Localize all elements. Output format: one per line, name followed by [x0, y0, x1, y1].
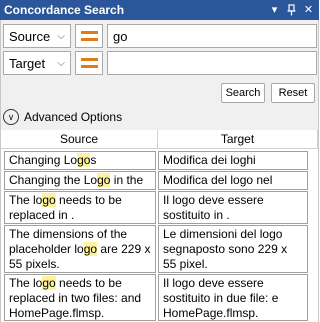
title-bar: Concordance Search ▾ ✕ — [0, 0, 319, 20]
chevron-down-icon: ⌵ — [57, 57, 65, 69]
column-header-target[interactable]: Target — [158, 130, 318, 149]
target-cell[interactable]: Il logo deve essere sostituito in . — [158, 191, 308, 224]
chevron-down-icon: ⌵ — [57, 30, 65, 42]
lines-icon — [80, 31, 98, 34]
search-row-source: Source ⌵ go — [3, 23, 317, 49]
dropdown-icon[interactable]: ▾ — [268, 3, 281, 17]
expand-chevron-icon: ∨ — [3, 109, 19, 125]
search-row-target: Target ⌵ — [3, 50, 317, 76]
advanced-options-label: Advanced Options — [24, 110, 123, 124]
lines-icon — [80, 58, 98, 61]
source-cell[interactable]: The logo needs to be replaced in . — [4, 191, 156, 224]
window-controls: ▾ ✕ — [268, 3, 319, 17]
language-dropdown-1[interactable]: Source ⌵ — [3, 24, 71, 48]
reset-button[interactable]: Reset — [271, 83, 315, 103]
source-cell[interactable]: The dimensions of the placeholder logo a… — [4, 225, 156, 273]
source-text: s — [90, 153, 97, 167]
source-cell[interactable]: The logo needs to be replaced in two fil… — [4, 274, 156, 321]
match-highlight: go — [83, 242, 98, 256]
source-cell[interactable]: Changing Logos — [4, 151, 156, 170]
window-title: Concordance Search — [4, 3, 125, 17]
target-cell[interactable]: Il logo deve essere sostituito in due fi… — [158, 274, 308, 321]
source-text: in the — [110, 173, 144, 187]
search-options-button-2[interactable] — [75, 51, 103, 75]
target-cell[interactable]: Modifica dei loghi — [158, 151, 308, 170]
match-highlight: go — [42, 276, 56, 290]
language-dropdown-2[interactable]: Target ⌵ — [3, 51, 71, 75]
source-cell[interactable]: Changing the Logo in the — [4, 171, 156, 190]
search-options-button-1[interactable] — [75, 24, 103, 48]
search-button[interactable]: Search — [221, 83, 265, 103]
match-highlight: go — [42, 193, 56, 207]
results-grid: Source Target Changing Logos Modifica dei… — [1, 130, 318, 322]
match-highlight: go — [97, 173, 111, 187]
advanced-options-toggle[interactable]: ∨ Advanced Options — [3, 108, 122, 126]
source-text: Changing Lo — [9, 153, 78, 167]
source-text: The lo — [9, 193, 43, 207]
search-input-1[interactable]: go — [107, 24, 317, 48]
search-input-2[interactable] — [107, 51, 317, 75]
dropdown-label: Target — [9, 55, 46, 71]
column-header-source[interactable]: Source — [1, 130, 158, 149]
concordance-panel: Source ⌵ go Target ⌵ Search Reset ∨ Adva… — [0, 20, 319, 322]
dropdown-label: Source — [9, 28, 51, 44]
pin-icon[interactable] — [285, 3, 298, 17]
source-text: Changing the Lo — [9, 173, 98, 187]
search-input-value: go — [113, 28, 128, 44]
target-cell[interactable]: Le dimensioni del logo segnaposto sono 2… — [158, 225, 308, 273]
target-cell[interactable]: Modifica del logo nel — [158, 171, 308, 190]
source-text: The lo — [9, 276, 43, 290]
close-icon[interactable]: ✕ — [302, 3, 315, 17]
match-highlight: go — [77, 153, 91, 167]
